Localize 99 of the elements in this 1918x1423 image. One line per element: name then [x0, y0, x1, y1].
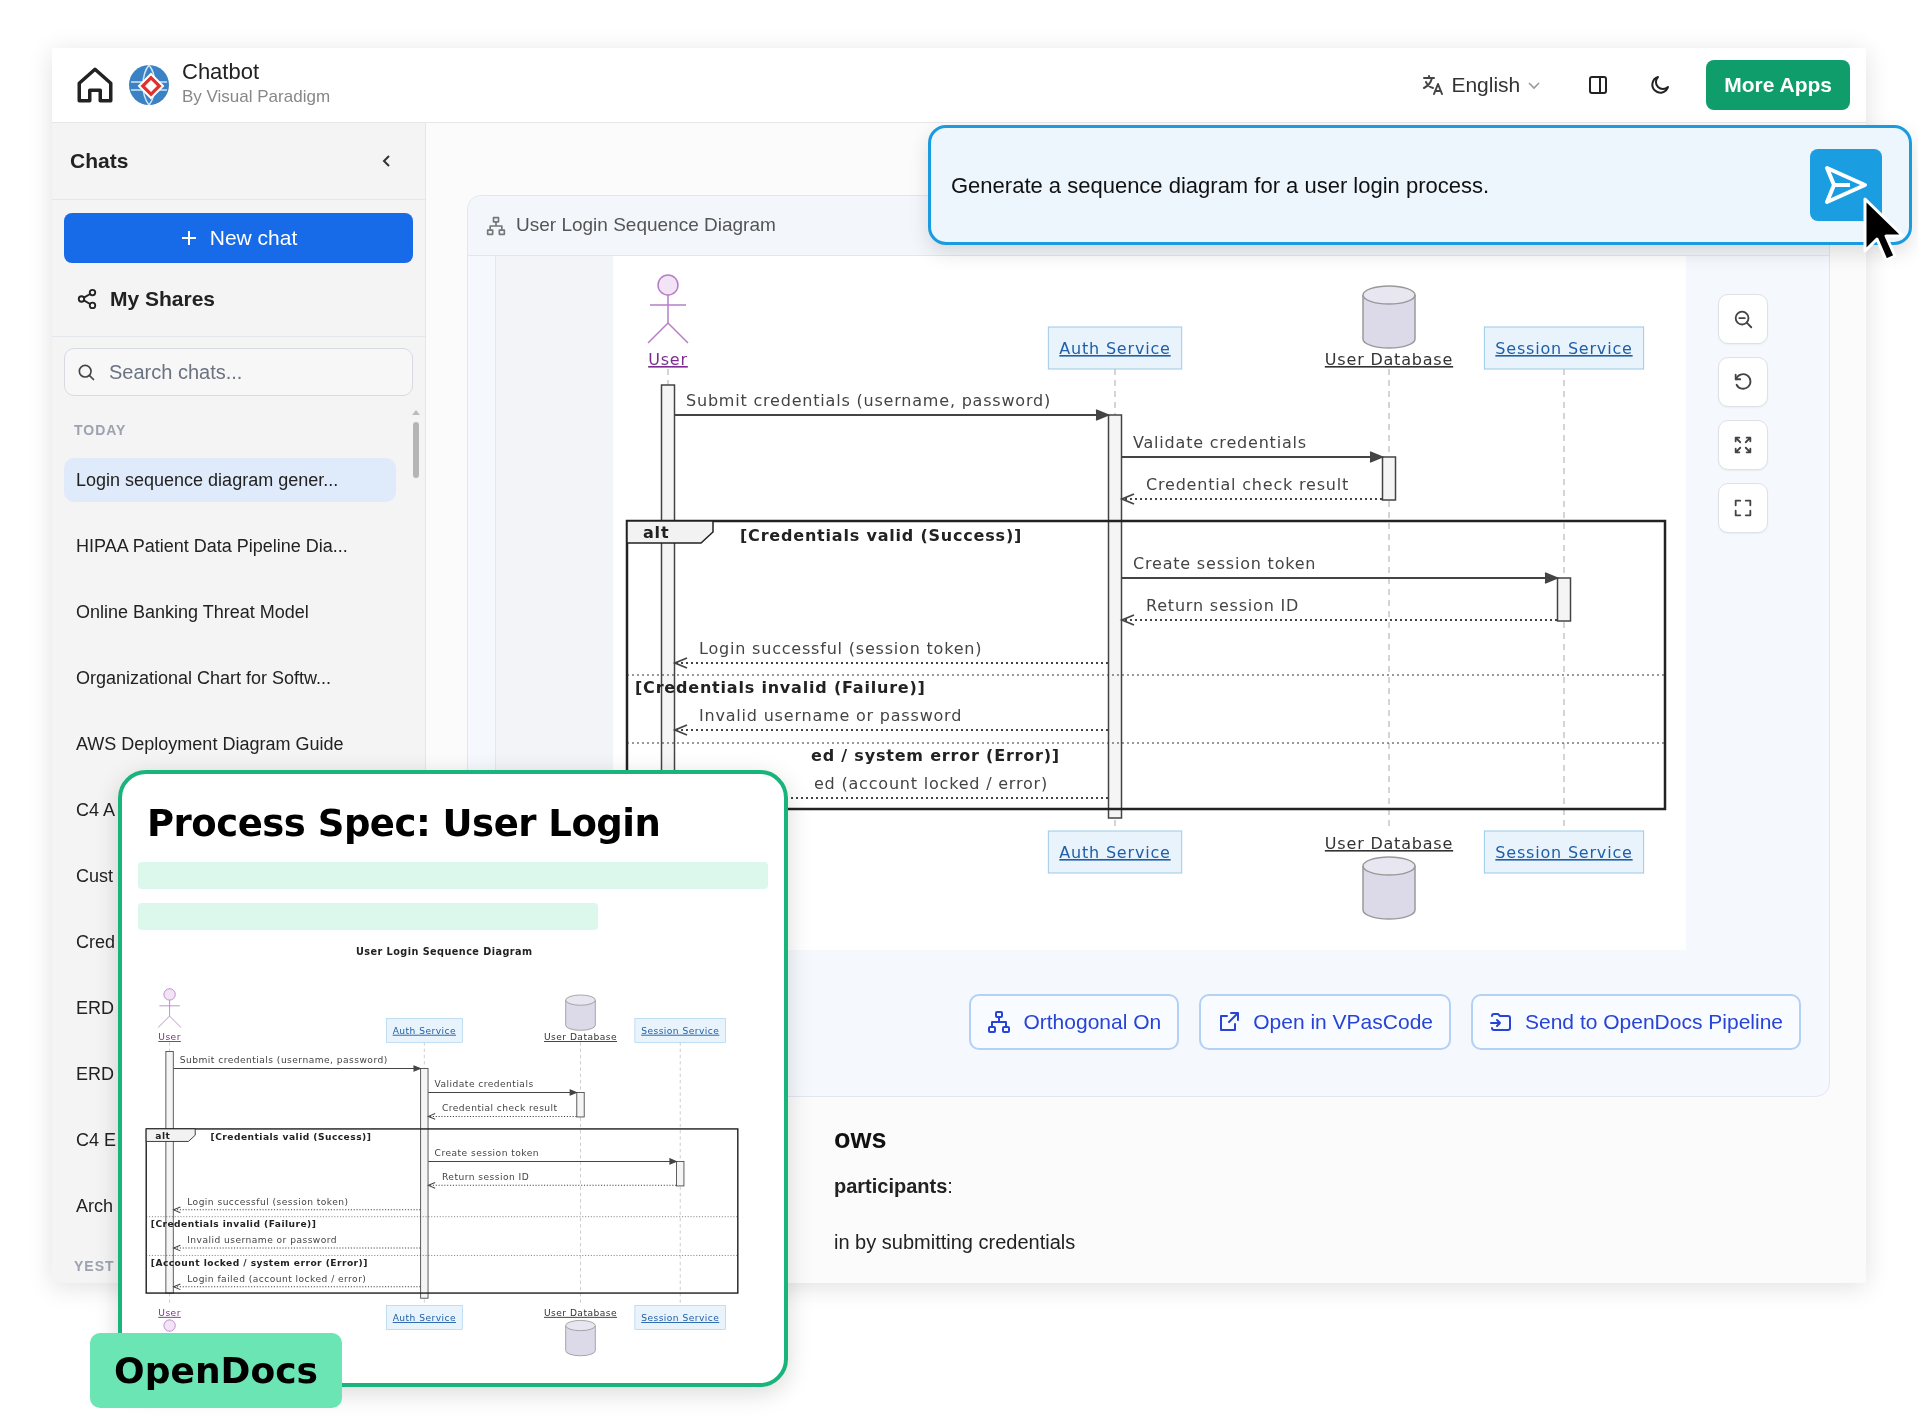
- message-label: Return session ID: [1146, 596, 1300, 615]
- message-label: Login successful (session token): [699, 639, 983, 658]
- activation-bar: [576, 1091, 585, 1117]
- message-label: Login successful (session token): [187, 1196, 349, 1207]
- fragment-operator: alt: [145, 1128, 196, 1142]
- participant-label: User Database: [1324, 834, 1454, 853]
- section-heading: ows: [834, 1122, 888, 1156]
- chat-item[interactable]: Online Banking Threat Model: [76, 590, 309, 634]
- message-label: Credential check result: [442, 1102, 558, 1113]
- prompt-text: Generate a sequence diagram for a user login process.: [951, 171, 1490, 200]
- external-link-icon: [1217, 1010, 1242, 1034]
- participant-box: Auth Service: [386, 1304, 463, 1330]
- participant-label: User Database: [1324, 350, 1454, 369]
- database-icon: [1362, 856, 1416, 920]
- body-text: in by submitting credentials: [834, 1230, 1077, 1255]
- panel-title: User Login Sequence Diagram: [516, 213, 776, 238]
- hierarchy-icon: [987, 1010, 1012, 1034]
- chat-item[interactable]: C4 A: [76, 788, 116, 832]
- folder-arrow-icon: [1489, 1010, 1513, 1034]
- participant-label: User: [158, 1031, 181, 1042]
- chat-item[interactable]: Organizational Chart for Softw...: [76, 656, 332, 700]
- participant-label: User Database: [543, 1307, 618, 1318]
- message-label: Validate credentials: [1133, 433, 1307, 452]
- fragment-operator: alt: [626, 520, 714, 544]
- participant-box: Session Service: [634, 1304, 726, 1330]
- zoom-out-button[interactable]: [1718, 294, 1768, 344]
- reset-button[interactable]: [1718, 357, 1768, 407]
- message-label: Invalid username or password: [187, 1234, 338, 1245]
- app-title: Chatbot: [182, 60, 261, 85]
- search-field[interactable]: Search chats...: [64, 348, 413, 396]
- fit-button[interactable]: [1718, 420, 1768, 470]
- activation-bar: [1556, 577, 1572, 622]
- participant-box: Session Service: [634, 1017, 726, 1043]
- chat-item[interactable]: Cust: [76, 854, 113, 898]
- database-icon: [1362, 285, 1416, 349]
- participant-box: Auth Service: [1047, 326, 1183, 370]
- chat-item[interactable]: C4 E: [76, 1118, 117, 1162]
- guard-label: ed / system error (Error)]: [811, 746, 1060, 765]
- document-title: Process Spec: User Login: [147, 801, 662, 847]
- fit-icon: [1732, 434, 1754, 456]
- participant-label: User Database: [543, 1031, 618, 1042]
- section-heading: TODAY: [73, 421, 127, 440]
- message-label: Return session ID: [442, 1171, 530, 1182]
- fullscreen-icon: [1732, 497, 1754, 519]
- message-label: Create session token: [434, 1147, 539, 1158]
- guard-label: [Credentials valid (Success)]: [210, 1131, 372, 1142]
- message-label: Validate credentials: [434, 1078, 534, 1089]
- guard-label: [Credentials valid (Success)]: [740, 526, 1023, 545]
- section-heading: YEST: [73, 1257, 115, 1276]
- chat-item[interactable]: ERD: [76, 1052, 114, 1096]
- globe-logo-icon: [126, 62, 172, 108]
- plus-icon: [179, 229, 198, 247]
- search-icon: [76, 362, 96, 382]
- chat-item[interactable]: AWS Deployment Diagram Guide: [76, 722, 344, 766]
- message-label: Invalid username or password: [699, 706, 963, 725]
- translate-icon: [1421, 73, 1446, 97]
- message-label: Login failed (account locked / error): [187, 1273, 367, 1284]
- database-icon: [565, 1319, 596, 1356]
- send-button[interactable]: [1810, 149, 1882, 221]
- open-button[interactable]: Open in VPasCode: [1199, 994, 1451, 1050]
- diagram-icon: [486, 215, 506, 236]
- participant-box: Session Service: [1483, 326, 1645, 370]
- opendocs-tag: OpenDocs: [90, 1333, 342, 1408]
- message-label: Submit credentials (username, password): [686, 391, 1052, 410]
- diagram-title: User Login Sequence Diagram: [356, 945, 533, 957]
- message-label: Submit credentials (username, password): [179, 1054, 388, 1065]
- language-selector[interactable]: English: [1415, 68, 1549, 102]
- message-label: Create session token: [1133, 554, 1317, 573]
- actor-head-icon: [163, 1318, 176, 1332]
- actor-icon: [647, 274, 689, 344]
- scrollbar: [411, 410, 421, 480]
- chat-item[interactable]: Cred: [76, 920, 115, 964]
- send-button[interactable]: Send to OpenDocs Pipeline: [1471, 994, 1801, 1050]
- fullscreen-button[interactable]: [1718, 483, 1768, 533]
- orthogonal-button[interactable]: Orthogonal On: [969, 994, 1180, 1050]
- participant-box: Session Service: [1483, 830, 1645, 874]
- participant-label: User: [158, 1307, 181, 1318]
- actor-icon: [157, 987, 182, 1028]
- chat-item[interactable]: Login sequence diagram gener...: [64, 458, 396, 502]
- participant-label: User: [648, 350, 688, 369]
- paper-plane-icon: [1824, 165, 1868, 205]
- message-label: ed (account locked / error): [813, 774, 1048, 793]
- chat-item[interactable]: ERD: [76, 986, 114, 1030]
- reset-icon: [1732, 371, 1754, 393]
- share-icon: [76, 288, 98, 310]
- sidebar-title: Chats: [70, 148, 129, 175]
- chat-item[interactable]: Arch: [76, 1184, 113, 1228]
- body-text: participants:: [834, 1174, 954, 1199]
- new-chat-button[interactable]: New chat: [64, 213, 413, 263]
- database-icon: [565, 994, 596, 1031]
- zoom-out-icon: [1732, 308, 1754, 330]
- activation-bar: [1381, 456, 1397, 501]
- participant-box: Auth Service: [386, 1017, 463, 1043]
- chat-item[interactable]: HIPAA Patient Data Pipeline Dia...: [76, 524, 348, 568]
- app-subtitle: By Visual Paradigm: [182, 86, 331, 109]
- message-label: Credential check result: [1146, 475, 1350, 494]
- participant-box: Auth Service: [1047, 830, 1183, 874]
- activation-bar: [676, 1160, 685, 1186]
- my-shares-link[interactable]: My Shares: [64, 275, 413, 323]
